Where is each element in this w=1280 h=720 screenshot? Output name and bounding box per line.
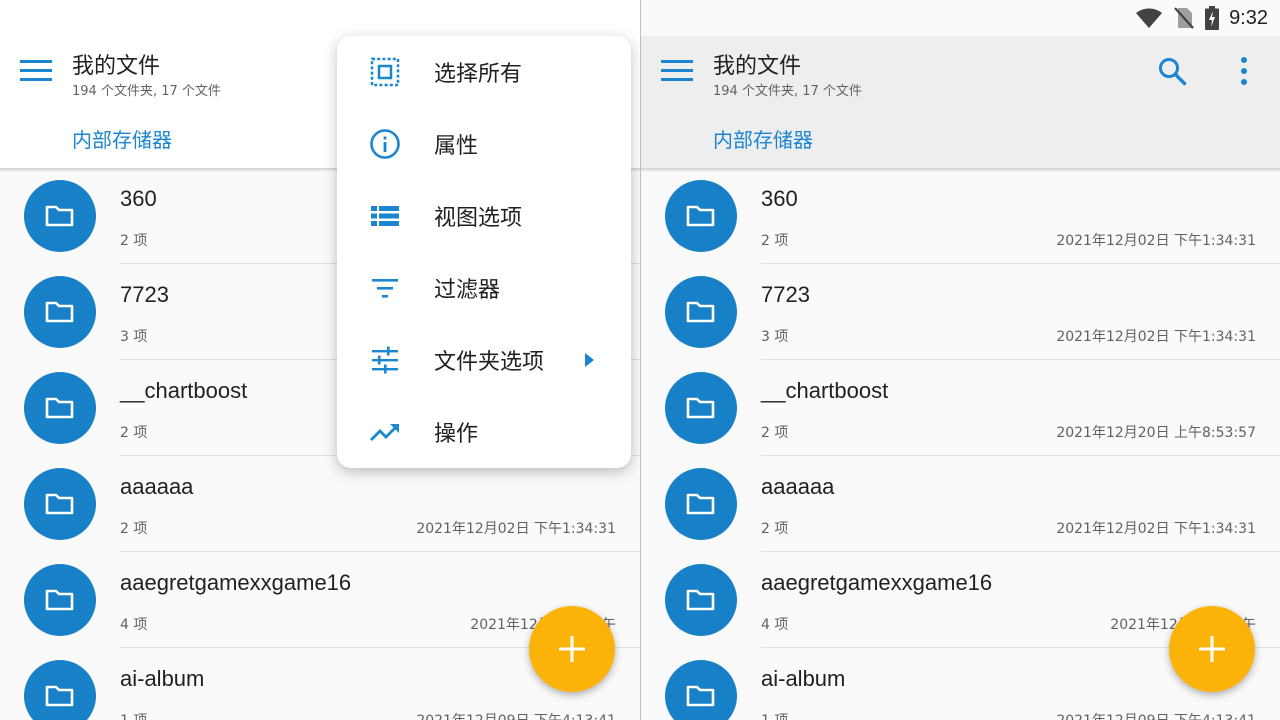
menu-item-label: 过滤器 [434,278,501,303]
folder-icon [665,180,737,252]
filter-icon [367,270,403,306]
file-count: 1 项 [120,710,147,720]
battery-charging-icon [1205,6,1220,30]
file-count: 2 项 [761,425,789,441]
file-count: 2 项 [761,233,789,249]
wifi-icon [1136,8,1163,28]
file-name: aaaaaa [761,474,835,499]
menu-item-label: 文件夹选项 [434,350,545,375]
menu-item-label: 视图选项 [434,206,523,231]
menu-item-folder-options[interactable]: 文件夹选项 [337,324,631,396]
file-name: 7723 [120,282,169,307]
file-count: 4 项 [761,617,789,633]
folder-icon [24,180,96,252]
menu-item-label: 属性 [434,134,479,159]
add-fab-button[interactable] [529,606,615,692]
menu-item-actions[interactable]: 操作 [337,396,631,468]
menu-item-select-all[interactable]: 选择所有 [337,36,631,108]
page-title: 我的文件 [713,54,802,79]
file-date: 2021年12月02日 下午1:34:31 [1056,233,1256,249]
left-pane: 我的文件 194 个文件夹, 17 个文件 内部存储器 360 2 项 7723 3… [0,0,640,720]
list-item[interactable]: 360 2 项 2021年12月02日 下午1:34:31 [641,168,1280,264]
submenu-arrow-icon [585,353,594,367]
file-name: __chartboost [761,378,889,403]
file-name: 360 [120,186,157,211]
folder-icon [24,468,96,540]
page-subtitle: 194 个文件夹, 17 个文件 [713,84,862,99]
file-date: 2021年12月02日 下午1:34:31 [1056,521,1256,537]
select-all-icon [367,54,403,90]
page-title: 我的文件 [72,54,161,79]
folder-icon [665,660,737,720]
list-item[interactable]: aaaaaa 2 项 2021年12月02日 下午1:34:31 [0,456,640,552]
app-bar: 我的文件 194 个文件夹, 17 个文件 内部存储器 [641,36,1280,168]
tune-icon [367,342,403,378]
menu-item-view-options[interactable]: 视图选项 [337,180,631,252]
file-date: 2021年12月20日 上午8:53:57 [1056,425,1256,441]
file-count: 1 项 [761,710,788,720]
file-date: 2021年12月09日 下午4:13:41 [1056,710,1256,720]
folder-icon [24,372,96,444]
file-name: 7723 [761,282,810,307]
page-subtitle: 194 个文件夹, 17 个文件 [72,84,221,99]
folder-icon [24,660,96,720]
trending-icon [367,414,403,450]
status-time: 9:32 [1229,6,1268,29]
file-name: aaegretgamexxgame16 [120,570,352,595]
list-item[interactable]: aaaaaa 2 项 2021年12月02日 下午1:34:31 [641,456,1280,552]
list-item[interactable]: __chartboost 2 项 2021年12月20日 上午8:53:57 [641,360,1280,456]
list-item[interactable]: 7723 3 项 2021年12月02日 下午1:34:31 [641,264,1280,360]
file-name: 360 [761,186,798,211]
menu-icon[interactable] [661,58,693,84]
menu-item-label: 选择所有 [434,62,523,87]
right-pane: 9:32 我的文件 194 个文件夹, 17 个文件 内部存储器 360 2 项 2… [641,0,1280,720]
file-count: 2 项 [120,425,148,441]
menu-item-label: 操作 [434,422,479,447]
file-name: ai-album [120,666,205,691]
file-name: aaegretgamexxgame16 [761,570,993,595]
folder-icon [665,276,737,348]
plus-icon [559,636,585,662]
file-name: aaaaaa [120,474,194,499]
view-list-icon [367,198,403,234]
info-icon [367,126,403,162]
file-date: 2021年12月02日 下午1:34:31 [416,521,616,537]
no-sim-icon [1174,7,1194,29]
file-name: ai-album [761,666,846,691]
add-fab-button[interactable] [1169,606,1255,692]
menu-icon[interactable] [20,58,52,84]
file-count: 3 项 [761,329,789,345]
overflow-menu: 选择所有 属性 视图选项 过滤器 文件夹选项 操作 [337,36,631,468]
file-date: 2021年12月09日 下午4:13:41 [416,710,616,720]
file-count: 2 项 [120,521,148,537]
folder-icon [24,276,96,348]
file-name: __chartboost [120,378,248,403]
menu-item-filter[interactable]: 过滤器 [337,252,631,324]
file-count: 3 项 [120,329,148,345]
status-bar: 9:32 [641,0,1280,36]
folder-icon [665,372,737,444]
breadcrumb[interactable]: 内部存储器 [713,124,813,153]
more-vert-icon[interactable] [1235,56,1253,86]
search-icon[interactable] [1157,56,1187,86]
file-count: 4 项 [120,617,148,633]
breadcrumb[interactable]: 内部存储器 [72,124,172,153]
status-bar [0,0,640,36]
file-count: 2 项 [761,521,789,537]
file-count: 2 项 [120,233,148,249]
folder-icon [665,564,737,636]
folder-icon [665,468,737,540]
menu-item-properties[interactable]: 属性 [337,108,631,180]
folder-icon [24,564,96,636]
plus-icon [1199,636,1225,662]
file-date: 2021年12月02日 下午1:34:31 [1056,329,1256,345]
